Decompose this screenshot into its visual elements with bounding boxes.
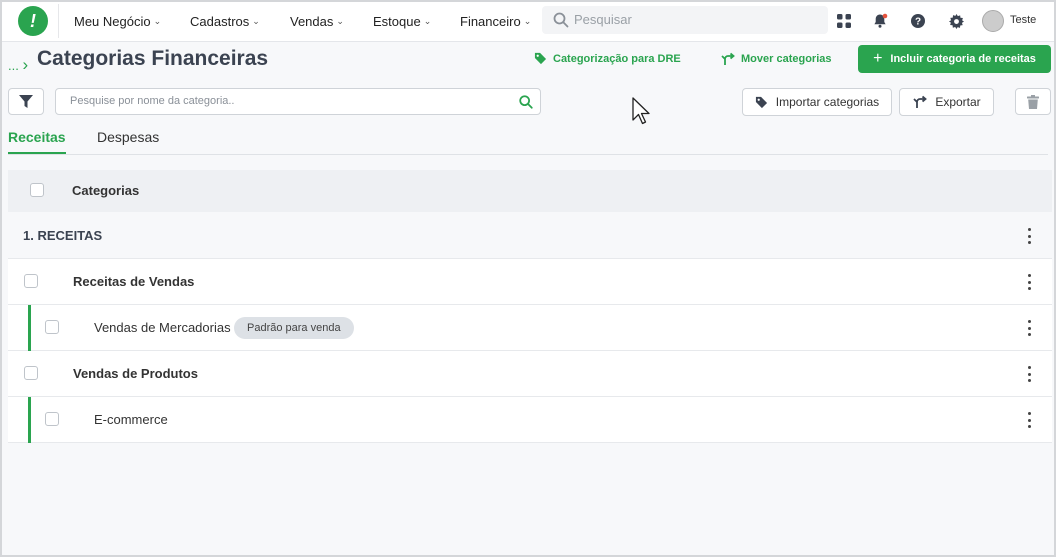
- status-badge: Padrão para venda: [234, 317, 354, 339]
- category-label: 1. RECEITAS: [23, 228, 103, 243]
- table-row[interactable]: E-commerce: [8, 397, 1052, 443]
- export-icon: [913, 95, 928, 108]
- move-icon: [721, 52, 735, 65]
- tabs-divider: [8, 154, 1048, 155]
- add-revenue-category-label: Incluir categoria de receitas: [890, 53, 1036, 65]
- mouse-cursor-icon: [632, 97, 650, 125]
- more-options-icon[interactable]: [1026, 366, 1032, 382]
- avatar[interactable]: [982, 10, 1004, 32]
- chevron-down-icon: ⌄: [423, 15, 432, 26]
- category-label: Receitas de Vendas: [73, 274, 195, 289]
- category-search-field[interactable]: [55, 88, 541, 115]
- row-checkbox[interactable]: [45, 412, 59, 426]
- menu-label: Financeiro: [460, 13, 521, 29]
- table-row[interactable]: Vendas de Mercadorias Padrão para venda: [8, 305, 1052, 351]
- table-row[interactable]: Vendas de Produtos: [8, 351, 1052, 397]
- menu-label: Cadastros: [190, 13, 250, 29]
- gear-icon[interactable]: [946, 11, 966, 31]
- chevron-right-icon: ›: [22, 55, 29, 74]
- tab-despesas[interactable]: Despesas: [97, 129, 159, 155]
- move-categories-link[interactable]: Mover categorias: [720, 52, 831, 66]
- logo-divider: [58, 4, 59, 38]
- dre-categorization-link[interactable]: Categorização para DRE: [534, 52, 681, 65]
- column-header-categories: Categorias: [72, 183, 140, 198]
- add-revenue-category-button[interactable]: + Incluir categoria de receitas: [858, 45, 1051, 73]
- top-navigation: ! Meu Negócio ⌄ Cadastros ⌄ Vendas ⌄ Estoqu…: [0, 0, 1056, 42]
- hierarchy-indicator: [28, 397, 31, 443]
- menu-vendas[interactable]: Vendas ⌄: [290, 0, 344, 42]
- menu-label: Vendas: [290, 13, 334, 29]
- more-options-icon[interactable]: [1026, 320, 1032, 336]
- more-options-icon[interactable]: [1026, 228, 1032, 244]
- bell-icon[interactable]: [870, 11, 890, 31]
- trash-icon: [1027, 94, 1039, 109]
- select-all-checkbox[interactable]: [30, 183, 44, 197]
- search-icon[interactable]: [518, 94, 534, 110]
- svg-text:?: ?: [915, 17, 921, 28]
- export-label: Exportar: [935, 95, 981, 109]
- more-options-icon[interactable]: [1026, 412, 1032, 428]
- page-title: Categorias Financeiras: [37, 47, 269, 70]
- breadcrumb-ellipsis: ...: [8, 58, 19, 73]
- table-row[interactable]: 1. RECEITAS: [8, 213, 1052, 259]
- table-header: Categorias: [8, 170, 1052, 212]
- plus-icon: +: [873, 50, 883, 67]
- menu-estoque[interactable]: Estoque ⌄: [373, 0, 431, 42]
- chevron-down-icon: ⌄: [336, 15, 344, 26]
- chevron-down-icon: ⌄: [252, 15, 260, 26]
- menu-cadastros[interactable]: Cadastros ⌄: [190, 0, 260, 42]
- user-name[interactable]: Teste: [1010, 14, 1036, 26]
- delete-button[interactable]: [1015, 88, 1051, 115]
- apps-icon[interactable]: [834, 11, 854, 31]
- table-row[interactable]: Receitas de Vendas: [8, 259, 1052, 305]
- menu-financeiro[interactable]: Financeiro ⌄: [460, 0, 531, 42]
- menu-meu-negocio[interactable]: Meu Negócio ⌄: [74, 0, 161, 42]
- import-categories-button[interactable]: Importar categorias: [742, 88, 892, 116]
- dre-categorization-label: Categorização para DRE: [553, 52, 681, 65]
- row-checkbox[interactable]: [24, 274, 38, 288]
- chevron-down-icon: ⌄: [523, 15, 532, 26]
- import-categories-label: Importar categorias: [775, 95, 880, 109]
- global-search-placeholder: Pesquisar: [574, 12, 632, 27]
- app-logo[interactable]: !: [18, 6, 48, 36]
- category-label: Vendas de Mercadorias: [94, 320, 231, 335]
- tag-icon: [534, 52, 547, 65]
- menu-label: Estoque: [373, 13, 421, 29]
- category-label: E-commerce: [94, 412, 168, 427]
- move-categories-label: Mover categorias: [741, 53, 832, 65]
- hierarchy-indicator: [28, 305, 31, 351]
- search-icon: [553, 12, 569, 28]
- menu-label: Meu Negócio: [74, 13, 151, 29]
- category-search-input[interactable]: [70, 95, 510, 107]
- export-button[interactable]: Exportar: [899, 88, 994, 116]
- breadcrumb[interactable]: ... ›: [8, 55, 28, 75]
- tag-icon: [755, 96, 767, 108]
- filter-button[interactable]: [8, 88, 44, 115]
- global-search[interactable]: Pesquisar: [542, 6, 828, 34]
- filter-icon: [19, 95, 33, 108]
- row-checkbox[interactable]: [24, 366, 38, 380]
- category-label: Vendas de Produtos: [73, 366, 198, 381]
- row-checkbox[interactable]: [45, 320, 59, 334]
- tab-receitas[interactable]: Receitas: [8, 129, 66, 155]
- more-options-icon[interactable]: [1026, 274, 1032, 290]
- chevron-down-icon: ⌄: [153, 15, 162, 26]
- help-icon[interactable]: ?: [908, 11, 928, 31]
